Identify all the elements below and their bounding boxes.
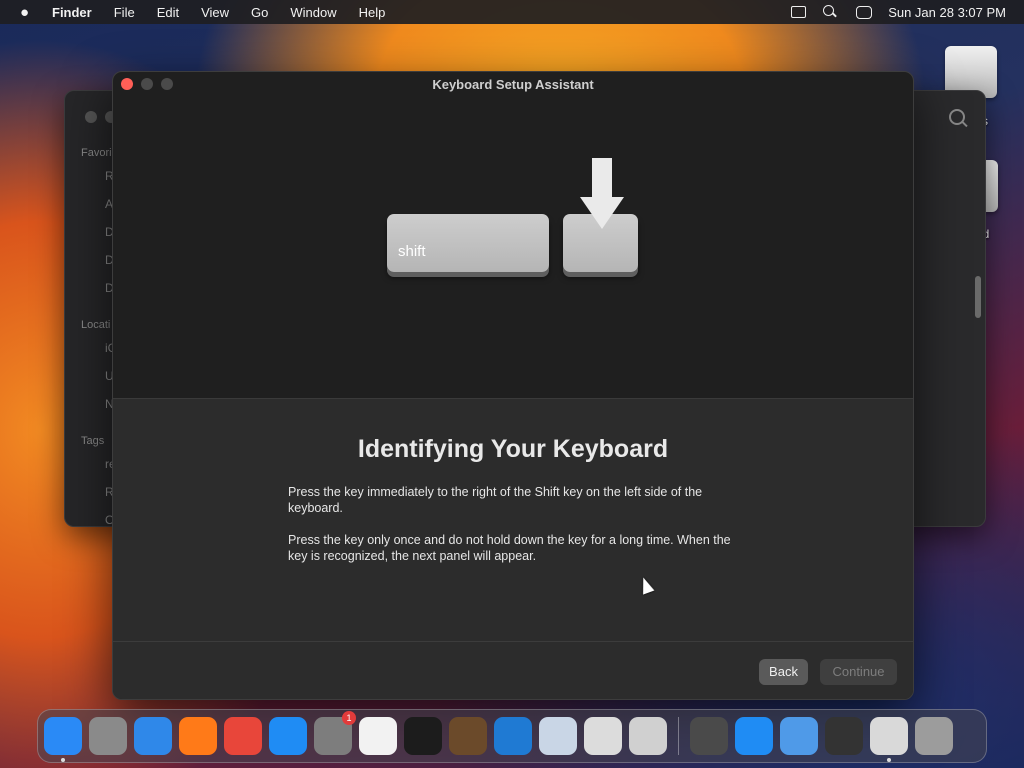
apple-icon[interactable]: ● — [20, 4, 34, 21]
finder-alt-icon[interactable] — [780, 717, 818, 755]
keyboard-illustration: shift — [113, 100, 913, 398]
instruction-text-1: Press the key immediately to the right o… — [288, 485, 703, 515]
preview-icon[interactable] — [539, 717, 577, 755]
menu-go[interactable]: Go — [251, 5, 268, 20]
sidebar-section-locations: Locati — [81, 319, 111, 331]
instruments-icon[interactable] — [449, 717, 487, 755]
launchpad-icon[interactable] — [89, 717, 127, 755]
screen-mirroring-icon[interactable] — [791, 6, 807, 18]
chrome-icon[interactable] — [224, 717, 262, 755]
running-indicator — [61, 758, 65, 762]
system-settings-icon[interactable]: 1 — [314, 711, 356, 755]
app-store-icon[interactable] — [269, 717, 307, 755]
menu-window[interactable]: Window — [290, 5, 336, 20]
firefox-icon[interactable] — [179, 717, 217, 755]
menu-bar: ● Finder File Edit View Go Window Help S… — [0, 0, 1024, 24]
close-button[interactable] — [121, 78, 133, 90]
down-arrow-icon — [592, 158, 612, 202]
textedit-icon[interactable] — [359, 717, 397, 755]
zoom-button[interactable] — [161, 78, 173, 90]
menu-view[interactable]: View — [201, 5, 229, 20]
title-bar: Keyboard Setup Assistant — [113, 72, 913, 100]
window-controls — [121, 78, 173, 90]
sidebar-section-favorites: Favori — [81, 147, 112, 159]
instructions-panel: Identifying Your Keyboard Press the key … — [113, 398, 913, 642]
running-indicator — [887, 758, 891, 762]
menu-edit[interactable]: Edit — [157, 5, 179, 20]
notification-badge: 1 — [342, 711, 356, 725]
menu-help[interactable]: Help — [359, 5, 386, 20]
tuxedo-icon[interactable] — [825, 717, 863, 755]
minimize-button[interactable] — [141, 78, 153, 90]
disk-utility-icon[interactable] — [584, 717, 622, 755]
keyboard-setup-assistant-window: Keyboard Setup Assistant shift Identifyi… — [112, 71, 914, 700]
back-button[interactable]: Back — [759, 659, 808, 685]
continue-button[interactable]: Continue — [820, 659, 897, 685]
window-title: Keyboard Setup Assistant — [432, 77, 594, 92]
down-arrow-head-icon — [580, 197, 624, 229]
page-title: Identifying Your Keyboard — [357, 435, 669, 463]
vscode-icon[interactable] — [494, 717, 532, 755]
trash-icon[interactable] — [915, 717, 953, 755]
xcode-instruments-icon[interactable] — [735, 717, 773, 755]
sidebar-section-tags: Tags — [81, 435, 105, 447]
spotlight-search-icon[interactable] — [822, 5, 840, 19]
control-center-icon[interactable] — [856, 5, 873, 19]
safari-icon[interactable] — [134, 717, 172, 755]
terminal-icon[interactable] — [404, 717, 442, 755]
shift-key-label: shift — [398, 243, 426, 260]
finder-scrollbar[interactable] — [975, 276, 981, 318]
menu-file[interactable]: File — [114, 5, 135, 20]
instruction-text-2: Press the key only once and do not hold … — [288, 533, 731, 563]
dock: 1 — [37, 709, 987, 763]
finder-icon[interactable] — [44, 717, 82, 762]
migration-assistant-icon[interactable] — [629, 717, 667, 755]
dock-separator — [678, 717, 679, 755]
downloads-icon[interactable] — [870, 717, 908, 762]
shift-key-illustration: shift — [387, 214, 549, 272]
menu-app-finder[interactable]: Finder — [52, 5, 92, 20]
button-bar: Back Continue — [113, 641, 913, 699]
chess-icon[interactable] — [690, 717, 728, 755]
menu-clock[interactable]: Sun Jan 28 3:07 PM — [888, 5, 1006, 20]
finder-search-icon[interactable] — [949, 109, 967, 127]
